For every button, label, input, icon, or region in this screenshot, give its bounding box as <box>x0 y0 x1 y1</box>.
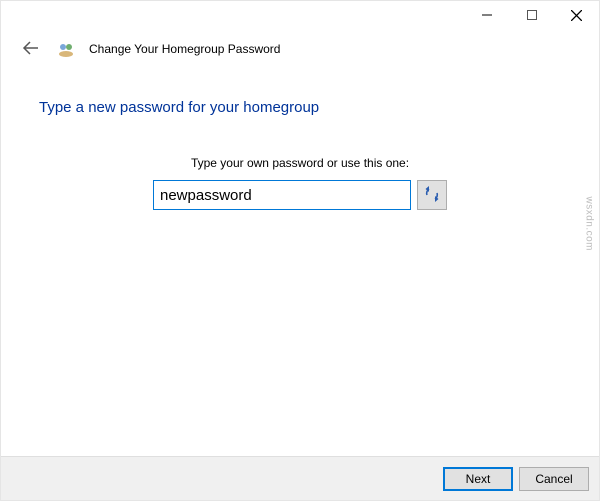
password-input[interactable] <box>153 180 411 210</box>
homegroup-icon <box>57 40 75 58</box>
password-input-row <box>39 180 561 210</box>
page-title: Change Your Homegroup Password <box>89 42 280 56</box>
title-bar <box>1 1 599 31</box>
close-button[interactable] <box>554 1 599 29</box>
minimize-button[interactable] <box>464 1 509 29</box>
watermark: wsxdn.com <box>584 196 595 251</box>
content-area: Type a new password for your homegroup T… <box>1 71 599 456</box>
maximize-icon <box>527 10 537 20</box>
minimize-icon <box>482 10 492 20</box>
regenerate-password-button[interactable] <box>417 180 447 210</box>
cancel-button[interactable]: Cancel <box>519 467 589 491</box>
back-button[interactable] <box>19 37 43 61</box>
header: Change Your Homegroup Password <box>1 31 599 71</box>
heading: Type a new password for your homegroup <box>39 99 561 116</box>
next-button[interactable]: Next <box>443 467 513 491</box>
password-prompt: Type your own password or use this one: <box>39 156 561 170</box>
refresh-icon <box>424 186 440 205</box>
close-icon <box>571 10 582 21</box>
dialog-window: Change Your Homegroup Password Type a ne… <box>0 0 600 501</box>
maximize-button[interactable] <box>509 1 554 29</box>
footer: Next Cancel <box>1 456 599 500</box>
back-arrow-icon <box>22 41 40 58</box>
